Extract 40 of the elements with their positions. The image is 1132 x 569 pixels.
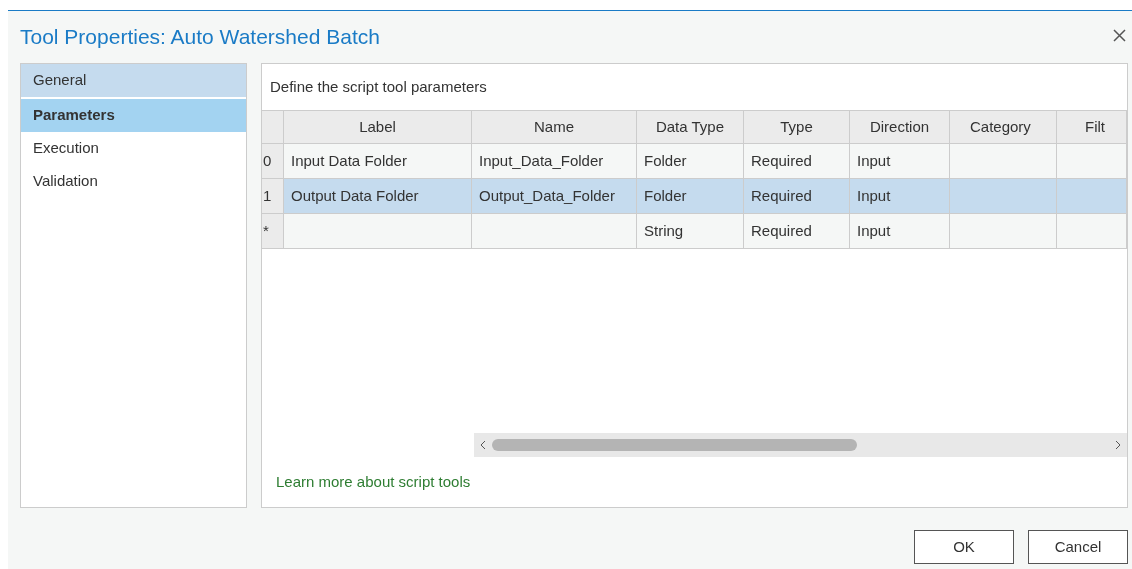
table-cell-text: Input_Data_Folder [479,150,604,171]
row-marker: * [263,220,269,241]
window-title: Tool Properties: Auto Watershed Batch [20,24,380,51]
table-cell-text: Input Data Folder [291,150,407,171]
table-cell-text: Folder [644,150,687,171]
panel-heading: Define the script tool parameters [270,76,487,97]
column-header[interactable]: Type [744,111,850,143]
table-cell-text: Required [751,150,812,171]
table-row[interactable]: 1 Output Data Folder Output_Data_Folder Folder Required Input [262,179,1127,214]
table-cell-text: Output Data Folder [291,185,419,206]
table-cell-text: Folder [644,185,687,206]
scrollbar-thumb[interactable] [492,439,857,451]
table-cell-text: String [644,220,684,241]
column-header[interactable]: Filt [1057,111,1127,143]
dialog-button[interactable]: Cancel [1028,530,1128,564]
row-marker: 1 [263,185,272,206]
close-icon[interactable] [1113,29,1126,42]
table-cell-text: Input [857,150,891,171]
table-row[interactable]: 0 Input Data Folder Input_Data_Folder Folder Required Input [262,144,1127,179]
sidebar-item[interactable]: Validation [21,165,246,198]
column-header[interactable]: Direction [850,111,950,143]
row-marker: 0 [263,150,272,171]
sidebar-item[interactable]: General [21,64,246,97]
table-row[interactable]: * String Required Input [262,214,1127,249]
dialog-button[interactable]: OK [914,530,1014,564]
sidebar-item[interactable]: Execution [21,132,246,165]
sidebar-item[interactable]: Parameters [21,99,246,132]
table-cell-text: Required [751,220,812,241]
chevron-right-icon[interactable] [1115,440,1121,450]
horizontal-scrollbar[interactable] [474,433,1127,457]
column-header[interactable]: Category [950,111,1057,143]
column-header[interactable]: Label [284,111,472,143]
table-cell-text: Input [857,185,891,206]
column-header[interactable]: Name [472,111,637,143]
learn-more-link[interactable]: Learn more about script tools [276,470,471,494]
chevron-left-icon[interactable] [480,440,486,450]
column-header[interactable]: Data Type [637,111,744,143]
table-cell-text: Required [751,185,812,206]
table-cell-text: Input [857,220,891,241]
table-cell-text: Output_Data_Folder [479,185,615,206]
